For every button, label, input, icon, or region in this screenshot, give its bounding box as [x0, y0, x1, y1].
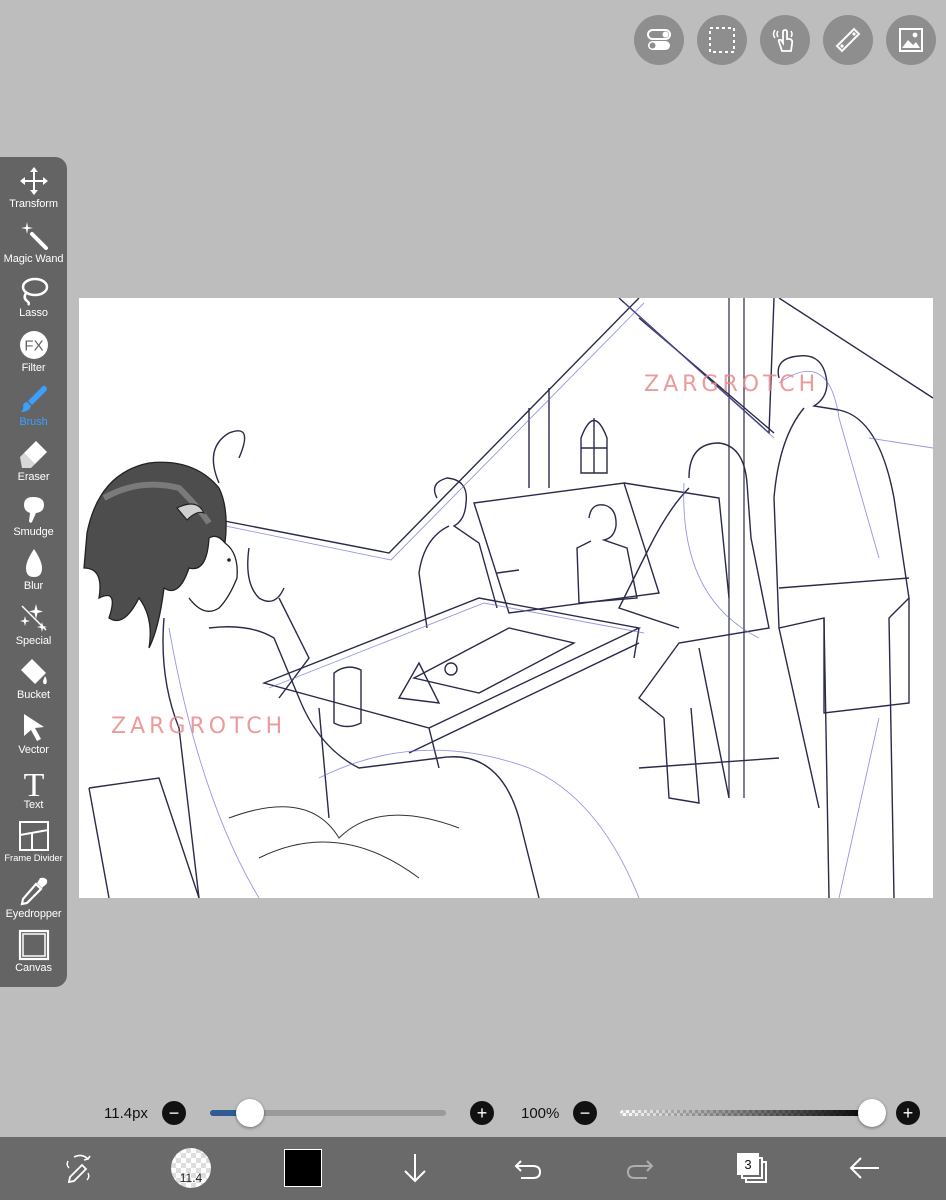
svg-text:FX: FX — [24, 337, 43, 354]
undo-icon — [514, 1160, 542, 1179]
layers-button[interactable]: 3 — [727, 1143, 777, 1193]
blur-drop-icon — [25, 549, 42, 578]
toggle-button[interactable] — [634, 15, 684, 65]
selection-button[interactable] — [697, 15, 747, 65]
sparkle-icon — [19, 603, 47, 632]
brush-size-decrease-button[interactable]: − — [162, 1101, 186, 1125]
tool-label: Special — [15, 634, 52, 647]
brush-size-value: 11.4px — [104, 1105, 148, 1122]
tool-label: Eyedropper — [5, 907, 62, 920]
tool-label: Canvas — [15, 962, 52, 975]
move-arrows-icon — [19, 167, 48, 195]
tool-label: Bucket — [16, 689, 51, 702]
import-button[interactable] — [390, 1143, 440, 1193]
watermark: ZARGROTCH — [644, 372, 820, 397]
canvas-square-icon — [18, 930, 49, 961]
color-swatch — [284, 1149, 322, 1187]
magic-wand-icon — [20, 221, 48, 250]
tool-lasso[interactable]: Lasso — [0, 274, 67, 329]
redo-icon — [626, 1160, 654, 1179]
tool-label: Brush — [19, 416, 48, 429]
eraser-icon — [19, 440, 47, 468]
tool-smudge[interactable]: Smudge — [0, 493, 67, 548]
tool-label: Transform — [9, 198, 58, 210]
download-arrow-icon — [404, 1154, 426, 1183]
brush-preview-button[interactable]: 11.4 — [166, 1143, 216, 1193]
svg-text:T: T — [23, 767, 44, 798]
tool-label: Eraser — [17, 470, 50, 483]
tool-blur[interactable]: Blur — [0, 547, 67, 602]
top-action-buttons — [634, 15, 936, 65]
tool-magic-wand[interactable]: Magic Wand — [0, 220, 67, 275]
bucket-icon — [20, 659, 47, 685]
lasso-icon — [21, 277, 48, 307]
frame-divider-icon — [18, 821, 49, 852]
swap-tools-icon — [66, 1154, 91, 1184]
cursor-arrow-icon — [23, 713, 44, 741]
material-image-icon — [899, 28, 923, 52]
tool-eraser[interactable]: Eraser — [0, 438, 67, 493]
opacity-value: 100% — [521, 1105, 560, 1122]
brush-size-increase-button[interactable]: + — [470, 1101, 494, 1125]
watermark: ZARGROTCH — [111, 714, 287, 739]
back-button[interactable] — [840, 1143, 890, 1193]
redo-button[interactable] — [615, 1143, 665, 1193]
tool-label: Filter — [21, 361, 46, 374]
tool-label: Smudge — [13, 525, 54, 538]
tool-label: Magic Wand — [3, 252, 64, 265]
brush-preview: 11.4 — [171, 1148, 211, 1188]
opacity-decrease-button[interactable]: − — [573, 1101, 597, 1125]
tool-label: Text — [23, 798, 44, 811]
ruler-button[interactable] — [823, 15, 873, 65]
toggle-icon — [647, 29, 671, 50]
drawing-canvas[interactable]: ZARGROTCH ZARGROTCH — [79, 298, 933, 898]
undo-button[interactable] — [503, 1143, 553, 1193]
gesture-hand-icon — [772, 29, 794, 52]
tool-transform[interactable]: Transform — [0, 165, 67, 220]
tool-label: Frame Divider — [4, 853, 63, 865]
tool-eyedropper[interactable]: Eyedropper — [0, 875, 67, 930]
color-button[interactable] — [278, 1143, 328, 1193]
tool-special[interactable]: Special — [0, 602, 67, 657]
bottom-toolbar: 11.4 3 — [0, 1137, 946, 1200]
text-t-icon: T — [23, 767, 44, 798]
tool-filter[interactable]: FX Filter — [0, 329, 67, 384]
opacity-slider[interactable] — [620, 1110, 872, 1116]
material-button[interactable] — [886, 15, 936, 65]
opacity-slider-handle[interactable] — [858, 1099, 886, 1127]
tool-canvas[interactable]: Canvas — [0, 929, 67, 984]
tool-label: Lasso — [19, 307, 48, 320]
back-arrow-icon — [849, 1157, 879, 1179]
tool-frame-divider[interactable]: Frame Divider — [0, 820, 67, 875]
brush-size-slider-handle[interactable] — [236, 1099, 265, 1127]
layer-count: 3 — [737, 1153, 759, 1175]
layers-icon: 3 — [737, 1153, 767, 1183]
gesture-button[interactable] — [760, 15, 810, 65]
brush-preview-size: 11.4 — [179, 1171, 203, 1185]
fx-icon: FX — [19, 330, 48, 359]
opacity-increase-button[interactable]: + — [896, 1101, 920, 1125]
tool-label: Vector — [18, 743, 49, 756]
brush-icon — [20, 386, 47, 413]
tool-brush[interactable]: Brush — [0, 383, 67, 438]
selection-icon — [709, 27, 735, 53]
smudge-icon — [23, 496, 44, 523]
swap-tools-button[interactable] — [54, 1143, 104, 1193]
eyedropper-icon — [20, 877, 47, 906]
tool-text[interactable]: T Text — [0, 766, 67, 821]
tool-vector[interactable]: Vector — [0, 711, 67, 766]
tool-palette: Transform Magic Wand Lasso FX Filter Bru… — [0, 157, 67, 987]
tool-label: Blur — [23, 580, 44, 593]
slider-row: 11.4px − + 100% − + — [0, 1097, 946, 1129]
ruler-icon — [835, 27, 861, 53]
tool-bucket[interactable]: Bucket — [0, 656, 67, 711]
